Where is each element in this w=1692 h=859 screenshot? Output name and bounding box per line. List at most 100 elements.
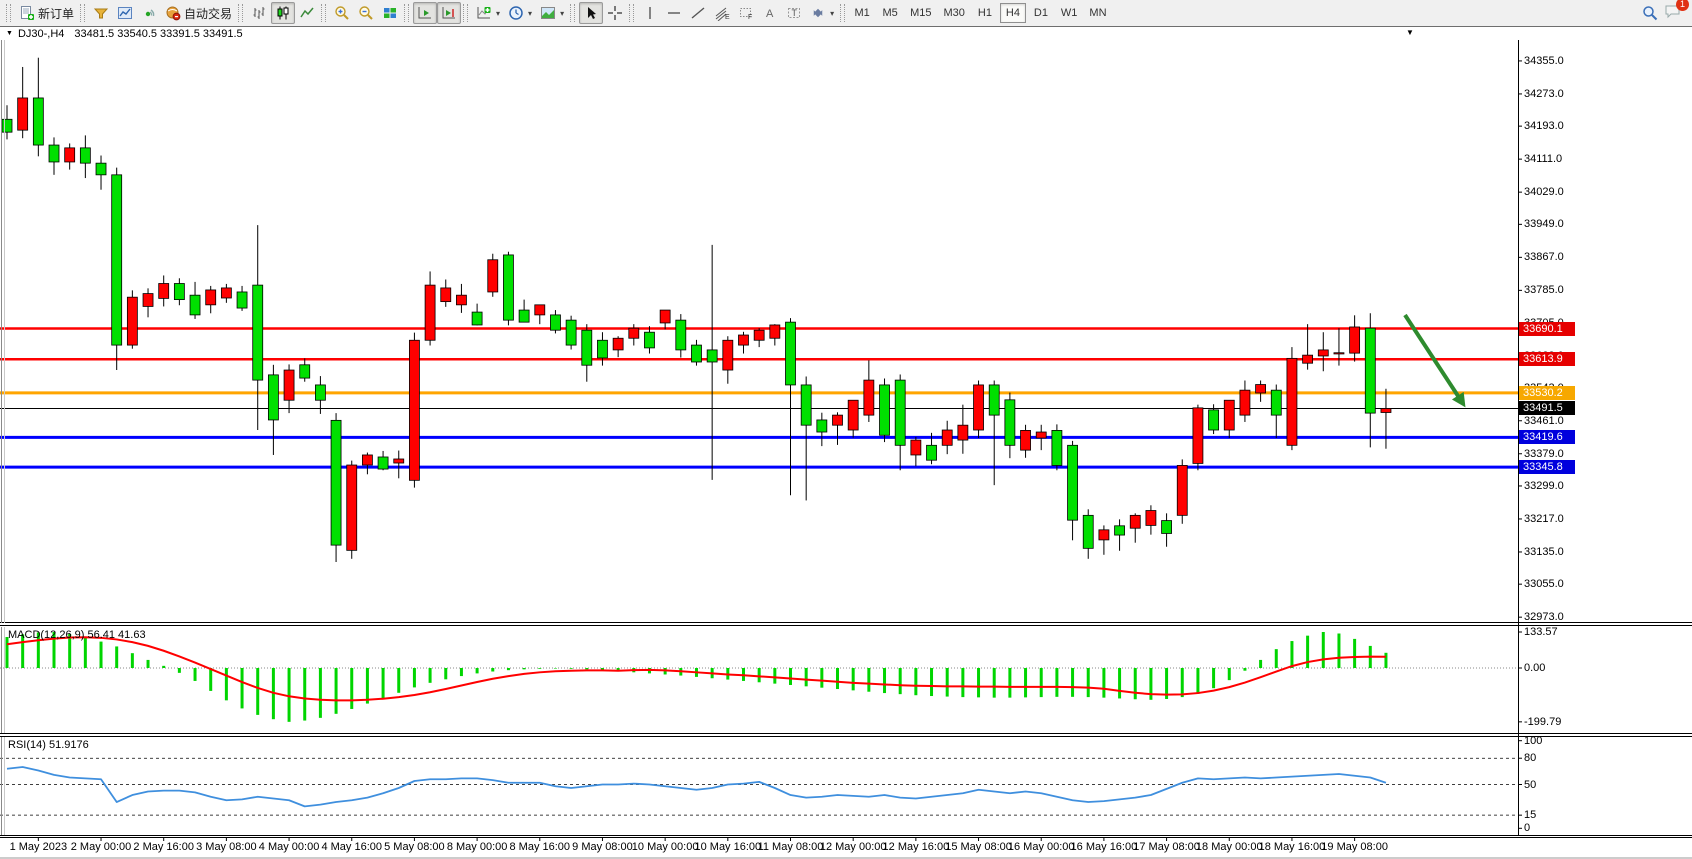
candle-body (394, 459, 404, 463)
macd-panel-grip[interactable] (1, 627, 5, 733)
time-axis-label: 10 May 16:00 (694, 841, 761, 853)
toolbar-grip[interactable] (6, 4, 11, 22)
signals-button[interactable] (137, 2, 161, 24)
candle-body (331, 420, 341, 545)
time-axis-label: 8 May 00:00 (447, 841, 508, 853)
candle-body (49, 145, 59, 162)
chart-symbol-period: DJ30-,H4 (18, 28, 64, 40)
time-axis-label: 11 May 08:00 (758, 841, 824, 853)
crosshair-button[interactable] (603, 2, 627, 24)
candle-body (347, 465, 357, 550)
text-tool-button[interactable]: A (758, 2, 782, 24)
cursor-button[interactable] (579, 2, 603, 24)
new-order-button[interactable]: 新订单 (15, 2, 78, 24)
bar-chart-mode-button[interactable] (247, 2, 271, 24)
candle-body (284, 370, 294, 400)
tile-windows-button[interactable] (378, 2, 402, 24)
timeframe-button-m1[interactable]: M1 (849, 3, 875, 23)
time-axis-label: 5 May 08:00 (384, 841, 445, 853)
search-icon[interactable] (1642, 5, 1658, 21)
candle-body (566, 320, 576, 345)
timeframe-button-m5[interactable]: M5 (877, 3, 903, 23)
toolbar-grip[interactable] (80, 4, 85, 22)
vertical-line-tool-button[interactable] (638, 2, 662, 24)
candle-body (1350, 327, 1360, 353)
timeframe-button-m15[interactable]: M15 (905, 3, 936, 23)
line-chart-mode-button[interactable] (295, 2, 319, 24)
zoom-out-button[interactable] (354, 2, 378, 24)
label-tool-button[interactable]: T (782, 2, 806, 24)
candle-body (1318, 350, 1328, 356)
time-axis-label: 2 May 16:00 (133, 841, 194, 853)
candlestick-mode-button[interactable] (271, 2, 295, 24)
shapes-tool-button[interactable]: ▾ (806, 2, 838, 24)
trendline-tool-button[interactable] (686, 2, 710, 24)
chart-shift-marker[interactable]: ▼ (1406, 28, 1414, 37)
toolbar-grip[interactable] (629, 4, 634, 22)
timeframe-button-w1[interactable]: W1 (1056, 3, 1083, 23)
svg-text:A: A (766, 8, 774, 20)
timeframe-button-d1[interactable]: D1 (1028, 3, 1054, 23)
indicators-icon (476, 5, 492, 21)
candle-body (644, 332, 654, 348)
templates-button[interactable]: ▾ (536, 2, 568, 24)
notification-badge: 1 (1676, 0, 1689, 11)
toolbar-grip[interactable] (404, 4, 409, 22)
main-panel-grip[interactable] (1, 27, 5, 623)
macd-axis-label: -199.79 (1524, 716, 1561, 728)
toolbar-grip[interactable] (463, 4, 468, 22)
toolbar-grip[interactable] (840, 4, 845, 22)
time-axis-label: 3 May 08:00 (196, 841, 257, 853)
candle-body (817, 420, 827, 432)
chart-menu-icon[interactable]: ▼ (6, 30, 13, 37)
candle-body (1005, 400, 1015, 445)
price-tick-label: 33867.0 (1524, 251, 1564, 263)
chart-shift-icon (441, 5, 457, 21)
candle-body (927, 445, 937, 460)
fibonacci-tool-button[interactable]: E (710, 2, 734, 24)
price-level-badge: 33419.6 (1519, 430, 1575, 444)
timeframe-button-m30[interactable]: M30 (939, 3, 970, 23)
rsi-panel-grip[interactable] (1, 737, 5, 835)
auto-scroll-button[interactable] (413, 2, 437, 24)
toolbar-grip[interactable] (238, 4, 243, 22)
price-tick-label: 34273.0 (1524, 88, 1564, 100)
price-tick-label: 33461.0 (1524, 415, 1564, 427)
candle-body (597, 340, 607, 358)
zoom-in-button[interactable] (330, 2, 354, 24)
price-level-badge: 33690.1 (1519, 322, 1575, 336)
chart-ohlc-values: 33481.5 33540.5 33391.5 33491.5 (74, 28, 242, 40)
timeframe-button-h1[interactable]: H1 (972, 3, 998, 23)
candle-body (974, 385, 984, 430)
toolbar-grip[interactable] (570, 4, 575, 22)
candle-body (691, 345, 701, 362)
candle-body (1193, 408, 1203, 464)
notifications-button[interactable]: 1 (1664, 3, 1682, 24)
indicators-button[interactable]: ▾ (472, 2, 504, 24)
chart-plot-area[interactable] (0, 0, 1692, 859)
candle-body (96, 163, 106, 175)
candle-body (1162, 521, 1172, 534)
macd-axis-label: 0.00 (1524, 662, 1545, 674)
chart-window-button[interactable] (113, 2, 137, 24)
mt4-window: 新订单 自动交易 (0, 0, 1692, 859)
chart-title-bar: ▼ DJ30-,H4 33481.5 33540.5 33391.5 33491… (0, 27, 1692, 40)
chart-window-icon (117, 5, 133, 21)
signal-icon (141, 5, 157, 21)
candle-body (848, 400, 858, 430)
timeframe-button-mn[interactable]: MN (1084, 3, 1111, 23)
candle-body (315, 385, 325, 400)
periods-button[interactable]: ▾ (504, 2, 536, 24)
market-depth-button[interactable] (89, 2, 113, 24)
auto-trading-button[interactable]: 自动交易 (161, 2, 236, 24)
candle-body (1146, 511, 1156, 526)
candle-body (1068, 445, 1078, 520)
horizontal-line-tool-button[interactable] (662, 2, 686, 24)
toolbar-grip[interactable] (321, 4, 326, 22)
timeframe-button-h4[interactable]: H4 (1000, 3, 1026, 23)
chart-shift-button[interactable] (437, 2, 461, 24)
time-axis-label: 18 May 00:00 (1196, 841, 1263, 853)
channel-tool-button[interactable]: F (734, 2, 758, 24)
toolbar: 新订单 自动交易 (0, 0, 1692, 27)
candle-body (786, 322, 796, 385)
